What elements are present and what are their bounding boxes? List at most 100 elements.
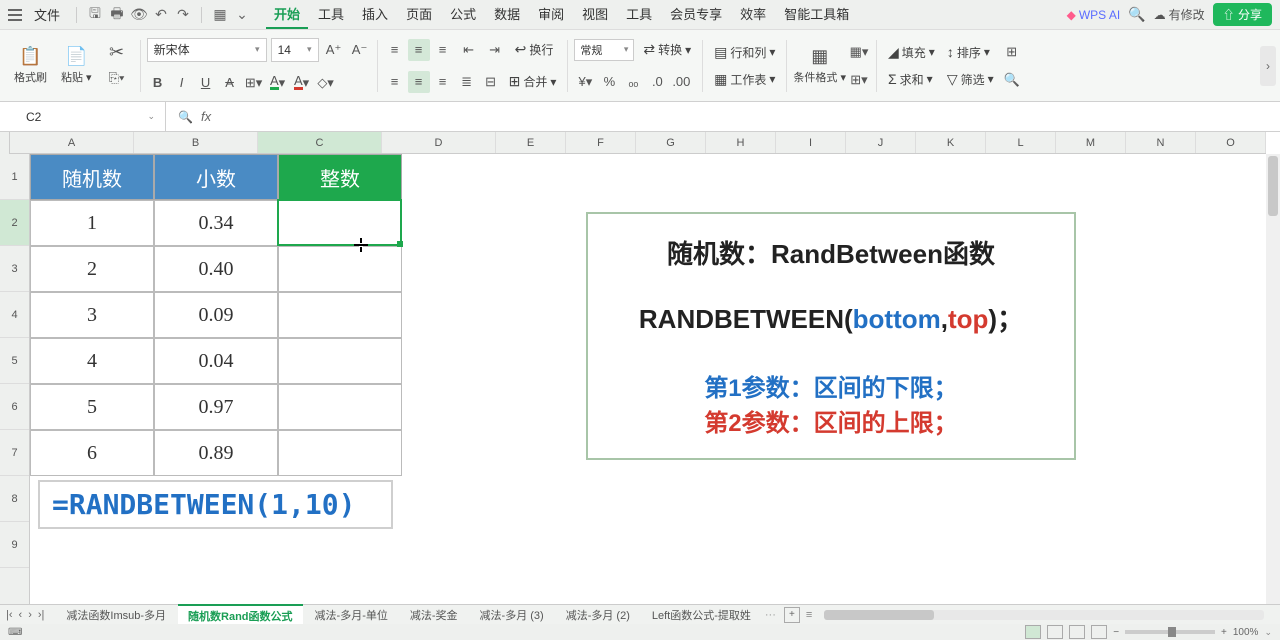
zoom-formula-icon[interactable]: 🔍	[178, 110, 193, 124]
view-normal-icon[interactable]	[1025, 625, 1041, 639]
increase-font-icon[interactable]: A⁺	[323, 39, 345, 61]
share-button[interactable]: ⇧ 分享	[1213, 3, 1272, 26]
preview-icon[interactable]: 👁	[131, 7, 147, 23]
cell-C3[interactable]	[278, 246, 402, 292]
menu-tab-7[interactable]: 视图	[574, 0, 616, 29]
dropdown-caret-icon[interactable]: ⌄	[234, 7, 250, 23]
view-break-icon[interactable]	[1069, 625, 1085, 639]
menu-tab-10[interactable]: 效率	[732, 0, 774, 29]
decrease-font-icon[interactable]: A⁻	[349, 39, 371, 61]
align-bottom-icon[interactable]: ≡	[432, 39, 454, 61]
sheet-tab-4[interactable]: 减法-多月 (3)	[470, 605, 554, 625]
fx-icon[interactable]: fx	[201, 109, 211, 124]
menu-tab-9[interactable]: 会员专享	[662, 0, 730, 29]
align-left-icon[interactable]: ≡	[384, 71, 406, 93]
vertical-scrollbar[interactable]	[1266, 154, 1280, 604]
redo-icon[interactable]: ↷	[175, 7, 191, 23]
sheets-more-icon[interactable]: ···	[761, 609, 780, 621]
number-format-select[interactable]: 常规▾	[574, 39, 634, 61]
sheet-tab-3[interactable]: 减法-奖金	[400, 605, 468, 625]
sum-button[interactable]: Σ求和 ▾	[883, 69, 940, 90]
menu-tab-6[interactable]: 审阅	[530, 0, 572, 29]
cell-A6[interactable]: 5	[30, 384, 154, 430]
cell-B4[interactable]: 0.09	[154, 292, 278, 338]
cell-A1[interactable]: 随机数	[30, 154, 154, 200]
align-center-icon[interactable]: ≡	[408, 71, 430, 93]
cond-format-button[interactable]: ▦条件格式 ▾	[793, 46, 846, 85]
cell-B7[interactable]: 0.89	[154, 430, 278, 476]
col-header-F[interactable]: F	[566, 132, 636, 153]
sheet-tab-6[interactable]: Left函数公式-提取姓	[642, 605, 761, 625]
font-color-button[interactable]: A▾	[267, 72, 289, 94]
align-distribute-icon[interactable]: ⊟	[480, 71, 502, 93]
cell-A3[interactable]: 2	[30, 246, 154, 292]
border-button[interactable]: ⊞▾	[243, 72, 265, 94]
fill-button[interactable]: ◢填充 ▾	[883, 42, 940, 63]
wrap-text-button[interactable]: ↩换行	[510, 39, 559, 60]
convert-button[interactable]: ⇄转换 ▾	[638, 39, 696, 60]
cell-B3[interactable]: 0.40	[154, 246, 278, 292]
italic-button[interactable]: I	[171, 72, 193, 94]
decrease-decimal-icon[interactable]: .0	[646, 71, 668, 93]
sheet-tab-5[interactable]: 减法-多月 (2)	[556, 605, 640, 625]
horizontal-scrollbar[interactable]	[824, 610, 1264, 620]
file-menu[interactable]: 文件	[28, 3, 66, 26]
currency-icon[interactable]: ¥▾	[574, 71, 596, 93]
nav-next-icon[interactable]: ›	[28, 609, 32, 621]
merge-cells-button[interactable]: ⊞合并 ▾	[504, 71, 562, 92]
formula-input[interactable]	[223, 102, 1280, 131]
col-header-O[interactable]: O	[1196, 132, 1266, 153]
copy-icon[interactable]: ⎘▾	[106, 67, 128, 89]
col-header-C[interactable]: C	[258, 132, 382, 153]
sort-button[interactable]: ↕排序 ▾	[942, 42, 999, 63]
font-size-select[interactable]: 14▾	[271, 38, 319, 62]
col-header-G[interactable]: G	[636, 132, 706, 153]
menu-tab-1[interactable]: 工具	[310, 0, 352, 29]
menu-tab-11[interactable]: 智能工具箱	[776, 0, 857, 29]
cell-B6[interactable]: 0.97	[154, 384, 278, 430]
sheet-tab-2[interactable]: 减法-多月-单位	[305, 605, 398, 625]
percent-icon[interactable]: %	[598, 71, 620, 93]
zoom-level[interactable]: 100%	[1233, 627, 1259, 638]
menu-tab-4[interactable]: 公式	[442, 0, 484, 29]
row-col-button[interactable]: ▤行和列 ▾	[709, 42, 780, 63]
cell-B2[interactable]: 0.34	[154, 200, 278, 246]
cell-B1[interactable]: 小数	[154, 154, 278, 200]
align-middle-icon[interactable]: ≡	[408, 39, 430, 61]
strikethrough-button[interactable]: A	[219, 72, 241, 94]
cell-B5[interactable]: 0.04	[154, 338, 278, 384]
cell-A5[interactable]: 4	[30, 338, 154, 384]
cell-C5[interactable]	[278, 338, 402, 384]
indent-decrease-icon[interactable]: ⇤	[458, 39, 480, 61]
cell-C6[interactable]	[278, 384, 402, 430]
cell-A7[interactable]: 6	[30, 430, 154, 476]
sheet-menu-icon[interactable]: ≡	[806, 609, 812, 621]
align-top-icon[interactable]: ≡	[384, 39, 406, 61]
sheet-tab-0[interactable]: 减法函数Imsub-多月	[56, 605, 176, 625]
name-box[interactable]: C2⌄	[16, 102, 166, 131]
cell-A2[interactable]: 1	[30, 200, 154, 246]
save-icon[interactable]: 🖫	[87, 7, 103, 23]
comma-icon[interactable]: ₒₒ	[622, 71, 644, 93]
row-header-2[interactable]: 2	[0, 200, 29, 246]
nav-prev-icon[interactable]: ‹	[19, 609, 23, 621]
col-header-I[interactable]: I	[776, 132, 846, 153]
align-justify-icon[interactable]: ≣	[456, 71, 478, 93]
print-icon[interactable]: 🖶	[109, 7, 125, 23]
col-header-M[interactable]: M	[1056, 132, 1126, 153]
cell-C1[interactable]: 整数	[278, 154, 402, 200]
grid-icon[interactable]: ▦	[212, 7, 228, 23]
cell-C4[interactable]	[278, 292, 402, 338]
table-style-icon[interactable]: ▦▾	[848, 41, 870, 63]
bold-button[interactable]: B	[147, 72, 169, 94]
ribbon-expand-icon[interactable]: ›	[1260, 46, 1276, 86]
row-header-6[interactable]: 6	[0, 384, 29, 430]
zoom-slider[interactable]	[1125, 630, 1215, 634]
paste-button[interactable]: 📄粘贴 ▾	[61, 46, 92, 85]
indent-increase-icon[interactable]: ⇥	[484, 39, 506, 61]
col-header-N[interactable]: N	[1126, 132, 1196, 153]
cell-style-icon[interactable]: ⊞▾	[848, 69, 870, 91]
increase-decimal-icon[interactable]: .00	[670, 71, 692, 93]
col-header-K[interactable]: K	[916, 132, 986, 153]
menu-tab-0[interactable]: 开始	[266, 0, 308, 29]
